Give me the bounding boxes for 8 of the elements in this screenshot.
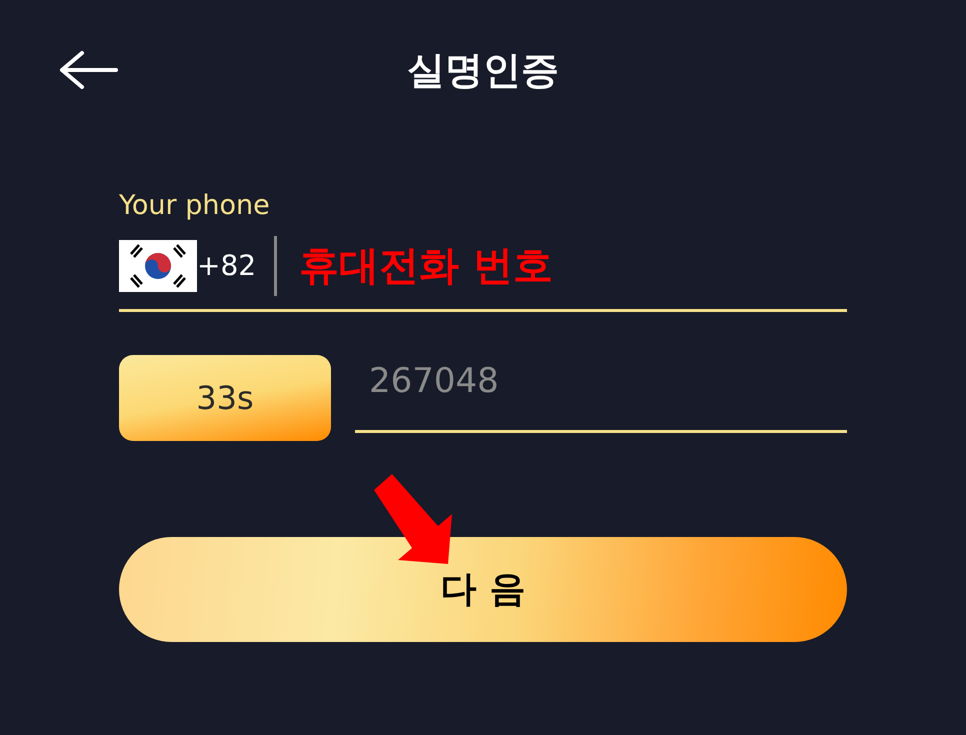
page-title: 실명인증 xyxy=(406,47,560,94)
country-code[interactable]: +82 xyxy=(197,244,256,287)
annotation-text: 휴대전화 번호 xyxy=(299,242,554,291)
field-label: Your phone xyxy=(119,190,271,222)
countdown-button[interactable]: 33s xyxy=(119,355,331,442)
phone-field[interactable]: +82 휴대전화 번호 xyxy=(119,222,847,312)
next-button[interactable]: 다 음 xyxy=(119,537,847,642)
code-field[interactable]: 267048 xyxy=(355,355,847,434)
